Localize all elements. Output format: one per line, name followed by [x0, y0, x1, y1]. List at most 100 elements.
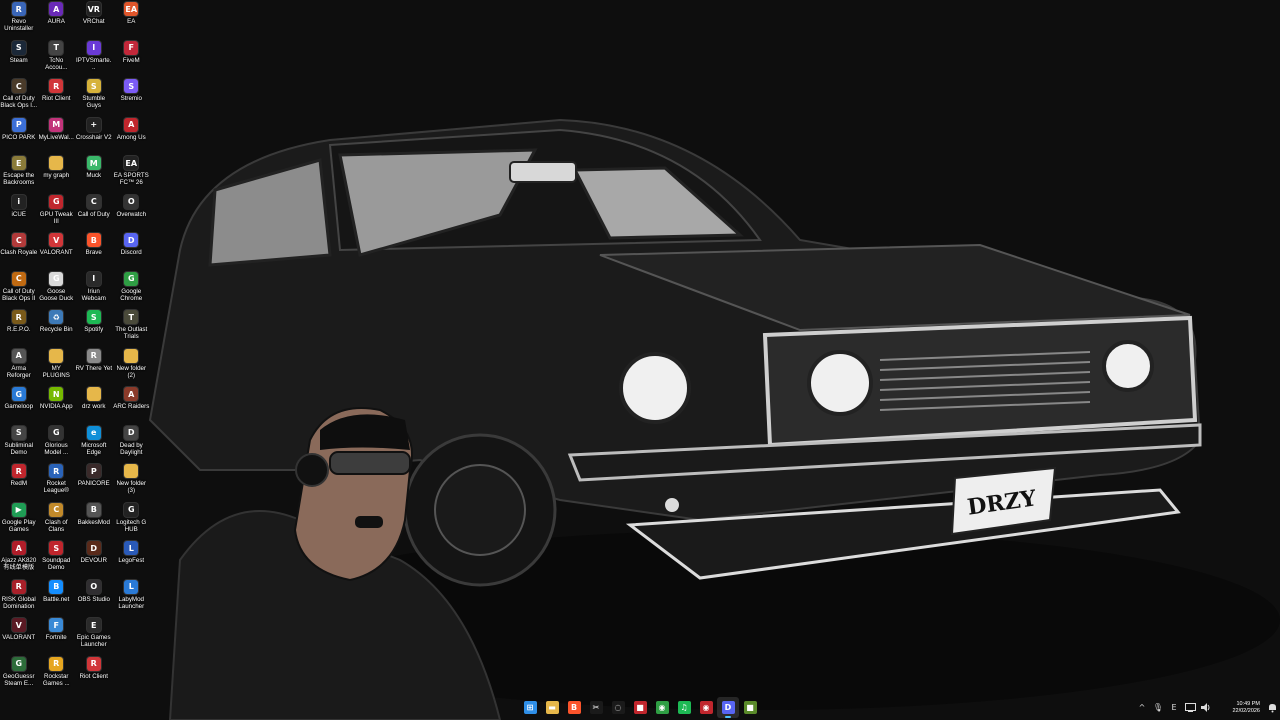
clock-date: 22/02/2026: [1232, 707, 1260, 714]
desktop-icon[interactable]: i iCUE: [0, 193, 38, 232]
desktop-icon[interactable]: C Call of Duty Black Ops I...: [0, 77, 38, 116]
chrome-2-icon: ◉: [699, 701, 713, 714]
desktop-icon-label: my graph: [43, 172, 70, 179]
desktop-icon[interactable]: R Revo Uninstaller: [0, 0, 38, 39]
taskbar-roblox-button[interactable]: ■: [629, 697, 651, 718]
desktop-icon[interactable]: R Riot Client: [75, 655, 113, 694]
desktop-icon[interactable]: S Soundpad Demo: [38, 539, 76, 578]
desktop-icon[interactable]: L LabyMod Launcher: [113, 578, 151, 617]
desktop-icon[interactable]: G Logitech G HUB: [113, 501, 151, 540]
desktop-icon[interactable]: D Dead by Daylight: [113, 424, 151, 463]
desktop-icon[interactable]: S Stumble Guys: [75, 77, 113, 116]
taskbar-capcut-button[interactable]: ✂: [585, 697, 607, 718]
desktop-icon[interactable]: R Rockstar Games ...: [38, 655, 76, 694]
desktop-icon[interactable]: R RV There Yet: [75, 347, 113, 386]
desktop-icon[interactable]: S Subliminal Demo: [0, 424, 38, 463]
desktop-icon[interactable]: V VALORANT: [38, 231, 76, 270]
desktop-icon[interactable]: R R.E.P.O.: [0, 308, 38, 347]
desktop-icon[interactable]: I Iriun Webcam: [75, 270, 113, 309]
desktop-icon[interactable]: New folder (3): [113, 462, 151, 501]
desktop-icon[interactable]: A Ajazz AK820 有线单模版: [0, 539, 38, 578]
taskbar-discord-button[interactable]: D: [717, 697, 739, 718]
desktop-icon[interactable]: D Discord: [113, 231, 151, 270]
folder-icon: [86, 387, 101, 401]
desktop-icon[interactable]: VR VRChat: [75, 0, 113, 39]
desktop-icon[interactable]: S Stremio: [113, 77, 151, 116]
show-hidden-icons-chevron[interactable]: ^: [1134, 695, 1150, 720]
desktop-icon[interactable]: A Among Us: [113, 116, 151, 155]
app-icon: D: [124, 233, 139, 247]
desktop-icon[interactable]: New folder (2): [113, 347, 151, 386]
taskbar-loading-button[interactable]: ◌: [607, 697, 629, 718]
desktop-icon[interactable]: G Glorious Model ...: [38, 424, 76, 463]
desktop-icon-label: Revo Uninstaller: [4, 18, 34, 33]
desktop-icon[interactable]: C Clash Royale: [0, 231, 38, 270]
desktop-icon[interactable]: O OBS Studio: [75, 578, 113, 617]
taskbar-chrome-button[interactable]: ◉: [651, 697, 673, 718]
desktop-icon[interactable]: E Escape the Backrooms: [0, 154, 38, 193]
desktop-icon[interactable]: A AURA: [38, 0, 76, 39]
desktop-icon[interactable]: V VALORANT: [0, 616, 38, 655]
taskbar-chrome-2-button[interactable]: ◉: [695, 697, 717, 718]
desktop-icon[interactable]: ▶ Google Play Games: [0, 501, 38, 540]
desktop-icon[interactable]: I IPTVSmarte...: [75, 39, 113, 78]
desktop-icon[interactable]: R RISK Global Domination: [0, 578, 38, 617]
taskbar-clock[interactable]: 10:49 PM 22/02/2026: [1214, 701, 1264, 715]
desktop-icon[interactable]: EA EA: [113, 0, 151, 39]
desktop-icon[interactable]: M Muck: [75, 154, 113, 193]
desktop-icon[interactable]: P PICO PARK: [0, 116, 38, 155]
taskbar-spotify-button[interactable]: ♫: [673, 697, 695, 718]
desktop-icon[interactable]: B Brave: [75, 231, 113, 270]
desktop-icon[interactable]: MY PLUGINS: [38, 347, 76, 386]
desktop-icon[interactable]: P PANICORE: [75, 462, 113, 501]
network-icon[interactable]: [1182, 695, 1198, 720]
desktop-icon[interactable]: R Rocket League®: [38, 462, 76, 501]
desktop-icon[interactable]: C Clash of Clans: [38, 501, 76, 540]
input-language-indicator[interactable]: E: [1166, 695, 1182, 720]
desktop-icon[interactable]: C Call of Duty Black Ops II: [0, 270, 38, 309]
desktop-icon[interactable]: G Gameloop: [0, 385, 38, 424]
desktop-icon[interactable]: F Fortnite: [38, 616, 76, 655]
desktop-icon[interactable]: O Overwatch: [113, 193, 151, 232]
app-icon: R: [11, 310, 26, 324]
desktop-icon[interactable]: F FiveM: [113, 39, 151, 78]
app-icon: D: [124, 425, 139, 440]
desktop-icon[interactable]: S Spotify: [75, 308, 113, 347]
app-icon: F: [49, 618, 64, 632]
notification-bell-icon[interactable]: [1264, 695, 1280, 720]
desktop-icon[interactable]: + Crosshair V2: [75, 116, 113, 155]
desktop-icon[interactable]: T TcNo Accou...: [38, 39, 76, 78]
desktop-icon[interactable]: A ARC Raiders: [113, 385, 151, 424]
desktop-icon[interactable]: ♻ Recycle Bin: [38, 308, 76, 347]
desktop-icon[interactable]: L LegoFest: [113, 539, 151, 578]
desktop-icon[interactable]: G Goose Goose Duck: [38, 270, 76, 309]
desktop-icon[interactable]: B Battle.net: [38, 578, 76, 617]
desktop-icon-label: Subliminal Demo: [4, 441, 34, 456]
desktop-icon[interactable]: EA EA SPORTS FC™ 26: [113, 154, 151, 193]
desktop-icon[interactable]: N NVIDIA App: [38, 385, 76, 424]
desktop-icon[interactable]: G GPU Tweak III: [38, 193, 76, 232]
microphone-icon[interactable]: 🎙: [1150, 695, 1166, 720]
desktop-icon-label: RV There Yet: [75, 364, 113, 372]
desktop-icon[interactable]: M MyLiveWal...: [38, 116, 76, 155]
desktop-icon[interactable]: e Microsoft Edge: [75, 424, 113, 463]
desktop-icon[interactable]: drz work: [75, 385, 113, 424]
app-icon: S: [86, 310, 101, 324]
desktop-icon[interactable]: R RedM: [0, 462, 38, 501]
desktop-icon[interactable]: S Steam: [0, 39, 38, 78]
desktop-icon[interactable]: my graph: [38, 154, 76, 193]
taskbar-file-explorer-button[interactable]: ▬: [541, 697, 563, 718]
desktop-icon[interactable]: A Arma Reforger: [0, 347, 38, 386]
taskbar-start-button[interactable]: ⊞: [519, 697, 541, 718]
taskbar-minecraft-button[interactable]: ■: [739, 697, 761, 718]
taskbar-brave-button[interactable]: B: [563, 697, 585, 718]
desktop-icon[interactable]: D DEVOUR: [75, 539, 113, 578]
desktop-icon[interactable]: T The Outlast Trials: [113, 308, 151, 347]
desktop-icon[interactable]: C Call of Duty: [75, 193, 113, 232]
desktop-icon[interactable]: E Epic Games Launcher: [75, 616, 113, 655]
desktop-icon[interactable]: B BakkesMod: [75, 501, 113, 540]
desktop-icon[interactable]: G Google Chrome: [113, 270, 151, 309]
desktop-icon[interactable]: G GeoGuessr Steam E...: [0, 655, 38, 694]
volume-icon[interactable]: [1198, 695, 1214, 720]
desktop-icon[interactable]: R Riot Client: [38, 77, 76, 116]
